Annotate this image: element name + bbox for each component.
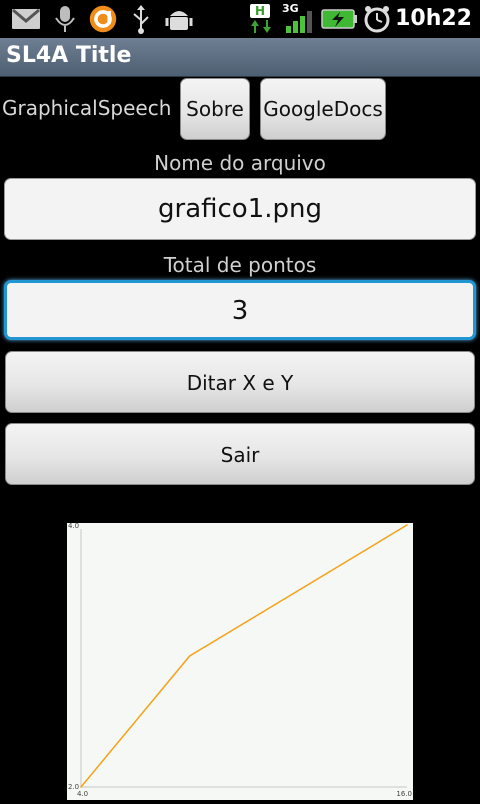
- about-button-label: Sobre: [186, 97, 244, 121]
- dictate-xy-button[interactable]: Ditar X e Y: [5, 351, 475, 413]
- status-bar: H 3G 10h22: [0, 0, 480, 38]
- x-tick-label-min: 4.0: [77, 790, 88, 798]
- usb-icon: [133, 5, 149, 34]
- title-bar: SL4A Title: [0, 38, 480, 77]
- alarm-clock-icon: [364, 6, 390, 33]
- clock-text: 10h22: [395, 6, 472, 31]
- data-point: [80, 786, 82, 788]
- gmail-icon: [12, 8, 40, 29]
- y-tick-label-max: 4.0: [68, 523, 79, 530]
- x-tick-label-max: 16.0: [396, 790, 412, 798]
- android-debug-icon: [165, 11, 193, 30]
- points-label: Total de pontos: [163, 253, 317, 277]
- about-button[interactable]: Sobre: [180, 78, 250, 140]
- data-point: [188, 655, 191, 657]
- points-chart: 4.0 2.0 4.0 16.0: [67, 522, 413, 800]
- filename-label: Nome do arquivo: [154, 151, 326, 175]
- dictate-xy-button-label: Ditar X e Y: [186, 371, 294, 395]
- hsdpa-data-icon: H: [250, 4, 272, 34]
- exit-button-label: Sair: [220, 443, 260, 467]
- window-title: SL4A Title: [6, 43, 132, 68]
- app-name-label: GraphicalSpeech: [2, 96, 172, 120]
- google-docs-button-label: GoogleDocs: [263, 97, 383, 121]
- points-value: 3: [231, 296, 249, 326]
- filename-value: grafico1.png: [158, 194, 322, 224]
- hsdpa-label: H: [250, 4, 270, 18]
- chart-background: [67, 523, 413, 800]
- filename-field[interactable]: grafico1.png: [4, 178, 476, 240]
- battery-charging-icon: [321, 9, 357, 29]
- chart-svg: 4.02.04.0 16.0: [67, 522, 413, 800]
- data-point: [406, 524, 408, 526]
- signal-3g-icon: 3G: [282, 2, 316, 36]
- voice-search-icon: [55, 6, 75, 32]
- exit-button[interactable]: Sair: [5, 423, 475, 485]
- points-field[interactable]: 3: [4, 280, 476, 340]
- google-docs-button[interactable]: GoogleDocs: [260, 78, 386, 140]
- orange-app-icon: [89, 5, 117, 33]
